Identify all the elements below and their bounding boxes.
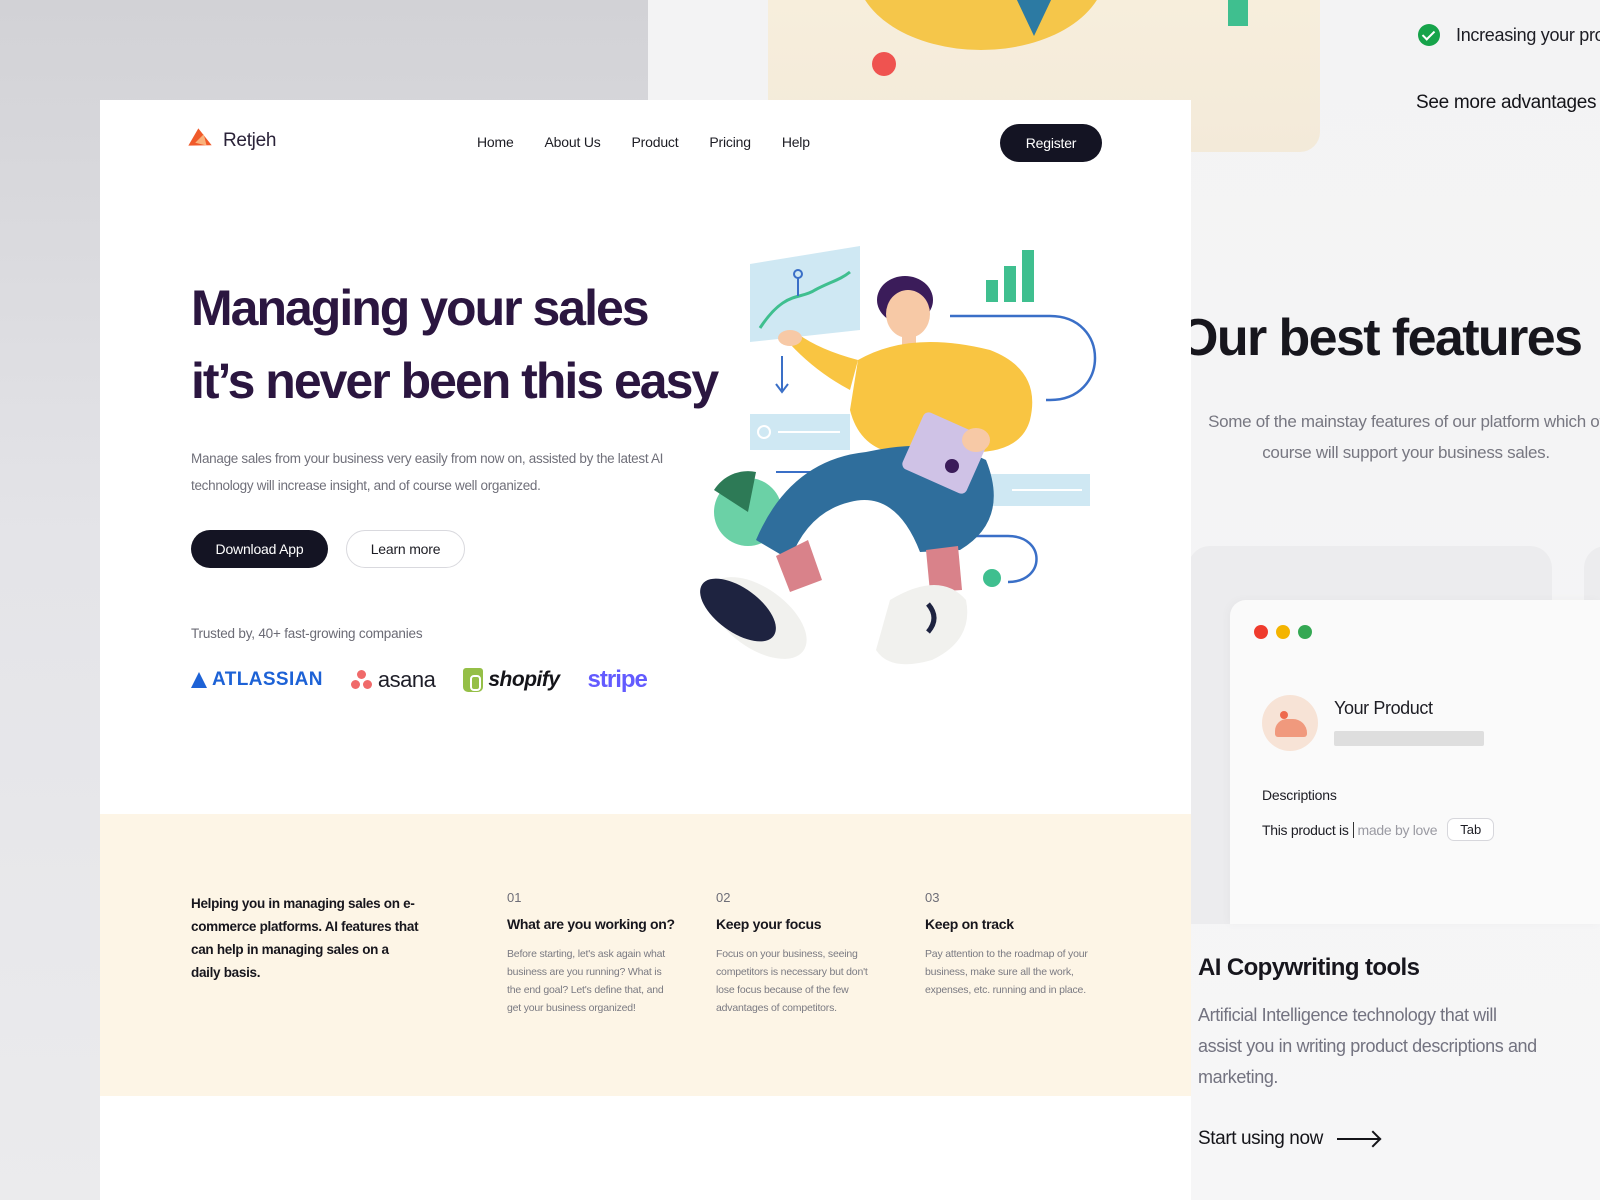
asana-logo: asana xyxy=(350,667,436,693)
main-nav: Home About Us Product Pricing Help xyxy=(477,134,810,150)
hero-title-line-2: it’s never been this easy xyxy=(191,353,719,409)
learn-more-button[interactable]: Learn more xyxy=(346,530,465,568)
nav-pricing[interactable]: Pricing xyxy=(709,134,751,150)
product-title: Your Product xyxy=(1334,698,1433,718)
ai-copywriting-description: Artificial Intelligence technology that … xyxy=(1198,1005,1537,1087)
brand-name: Retjeh xyxy=(223,130,277,151)
paper-plane-logo-icon xyxy=(188,128,216,156)
hero-illustration xyxy=(700,246,1097,665)
nav-about-us[interactable]: About Us xyxy=(545,134,601,150)
step-description: Focus on your business, seeing competito… xyxy=(716,948,868,1014)
download-app-button[interactable]: Download App xyxy=(191,530,328,568)
advantage-text: Increasing your pro xyxy=(1456,24,1600,45)
shopify-wordmark: shopify xyxy=(488,668,560,691)
partner-logos: ATLASSIAN asana shopify stripe xyxy=(191,666,648,694)
nav-product[interactable]: Product xyxy=(632,134,679,150)
tab-key-badge[interactable]: Tab xyxy=(1447,818,1495,841)
hero-title-line-1: Managing your sales xyxy=(191,280,650,336)
descriptions-label: Descriptions xyxy=(1262,787,1337,803)
features-title: Our best features xyxy=(1178,309,1583,367)
product-editor-window: Your Product Descriptions This product i… xyxy=(1230,600,1600,924)
step-title: Keep your focus xyxy=(716,916,822,932)
product-image-icon xyxy=(1262,695,1318,751)
step-description: Pay attention to the roadmap of your bus… xyxy=(925,948,1088,996)
start-using-now-label: Start using now xyxy=(1198,1128,1323,1149)
ai-copywriting-title: AI Copywriting tools xyxy=(1198,954,1420,981)
arrow-right-icon xyxy=(1336,1138,1379,1140)
atlassian-icon xyxy=(191,672,207,688)
step-number: 03 xyxy=(925,890,940,905)
shopify-logo: shopify xyxy=(463,668,560,692)
nav-home[interactable]: Home xyxy=(477,134,514,150)
asana-wordmark: asana xyxy=(377,667,436,692)
step-title: Keep on track xyxy=(925,916,1014,932)
description-input[interactable]: This product is made by love Tab xyxy=(1262,818,1495,841)
atlassian-wordmark: ATLASSIAN xyxy=(212,669,323,690)
step-item: 03 Keep on track Pay attention to the ro… xyxy=(925,890,1095,999)
see-more-advantages-link[interactable]: See more advantages xyxy=(1416,92,1597,114)
stripe-wordmark: stripe xyxy=(587,666,648,693)
trusted-by-text: Trusted by, 40+ fast-growing companies xyxy=(191,626,423,641)
product-title-placeholder-bar xyxy=(1334,731,1484,746)
step-number: 01 xyxy=(507,890,522,905)
close-dot-icon xyxy=(1254,625,1268,639)
window-controls xyxy=(1254,625,1312,639)
section-intro: Helping you in managing sales on e-comme… xyxy=(191,896,419,980)
step-item: 02 Keep your focus Focus on your busines… xyxy=(716,890,886,1017)
advantage-item: Increasing your pro xyxy=(1418,24,1600,46)
step-item: 01 What are you working on? Before start… xyxy=(507,890,677,1017)
how-it-works-section: Helping you in managing sales on e-comme… xyxy=(100,814,1191,1096)
typed-text: This product is xyxy=(1262,821,1349,838)
shopify-bag-icon xyxy=(463,668,484,692)
green-bar-shape xyxy=(1228,0,1248,26)
features-subtitle: Some of the mainstay features of our pla… xyxy=(1208,412,1600,462)
gem-shape xyxy=(998,0,1070,36)
step-number: 02 xyxy=(716,890,731,905)
asana-icon xyxy=(350,670,373,690)
step-description: Before starting, let's ask again what bu… xyxy=(507,948,666,1014)
nav-help[interactable]: Help xyxy=(782,134,810,150)
start-using-now-link[interactable]: Start using now xyxy=(1198,1128,1379,1150)
maximize-dot-icon xyxy=(1298,625,1312,639)
stripe-logo: stripe xyxy=(587,666,648,694)
ai-suggestion-text: made by love xyxy=(1357,821,1438,838)
register-button[interactable]: Register xyxy=(1000,124,1102,162)
landing-page: Retjeh Home About Us Product Pricing Hel… xyxy=(100,100,1191,1200)
brand-logo[interactable]: Retjeh xyxy=(188,128,277,156)
step-title: What are you working on? xyxy=(507,916,675,932)
text-caret xyxy=(1352,821,1354,838)
atlassian-logo: ATLASSIAN xyxy=(191,669,323,691)
minimize-dot-icon xyxy=(1276,625,1290,639)
hero-description: Manage sales from your business very eas… xyxy=(191,451,664,493)
hero-title: Managing your sales it’s never been this… xyxy=(191,272,719,418)
check-circle-icon xyxy=(1418,24,1440,46)
red-dot-shape xyxy=(872,52,896,76)
